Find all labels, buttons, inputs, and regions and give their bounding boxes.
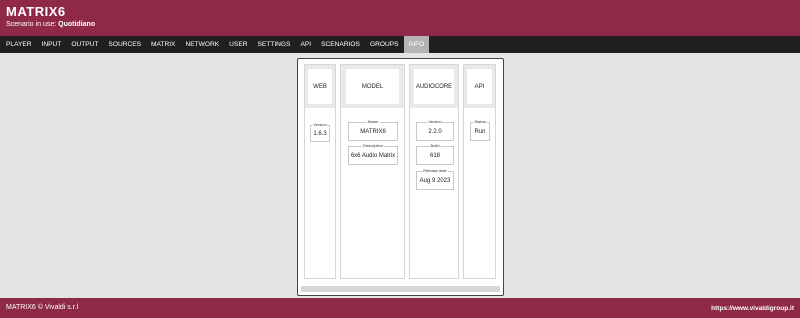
audiocore-version-field: Version 2.2.0 [416, 119, 454, 141]
web-version-label: Version [312, 122, 328, 127]
web-column-header: WEB [305, 65, 335, 108]
api-status-label: Status [473, 119, 487, 124]
model-description-label: Description [361, 143, 385, 148]
audiocore-version-label: Version [427, 119, 443, 124]
info-panel: WEB Version 1.6.3 MODEL Name MATRIX6 Des… [297, 58, 504, 296]
audiocore-column: AUDIOCORE Version 2.2.0 Build 618 Releas… [409, 64, 459, 279]
tab-settings[interactable]: SETTINGS [252, 36, 295, 53]
panel-scrollbar[interactable] [301, 286, 500, 292]
audiocore-release-value: Aug 9 2023 [419, 177, 451, 184]
model-column: MODEL Name MATRIX6 Description 6x6 Audio… [340, 64, 405, 279]
api-status-field: Status Run [470, 119, 490, 141]
tab-user[interactable]: USER [224, 36, 252, 53]
audiocore-build-value: 618 [429, 152, 440, 159]
model-name-value: MATRIX6 [360, 128, 386, 135]
audiocore-build-label: Build [429, 143, 441, 148]
model-column-header: MODEL [341, 65, 404, 108]
audiocore-column-header: AUDIOCORE [410, 65, 458, 108]
tab-player[interactable]: PLAYER [1, 36, 37, 53]
tab-info[interactable]: INFO [403, 36, 430, 53]
tab-input[interactable]: INPUT [37, 36, 67, 53]
model-name-field: Name MATRIX6 [348, 119, 398, 141]
footer-website-link[interactable]: https://www.vivaldigroup.it [711, 305, 794, 312]
api-column: API Status Run [463, 64, 496, 279]
audiocore-build-field: Build 618 [416, 143, 454, 165]
app-title: MATRIX6 [6, 4, 66, 19]
audiocore-version-value: 2.2.0 [428, 128, 442, 135]
tab-scenarios[interactable]: SCENARIOS [316, 36, 365, 53]
main-nav: PLAYER INPUT OUTPUT SOURCES MATRIX NETWO… [0, 36, 800, 53]
tab-network[interactable]: NETWORK [180, 36, 224, 53]
tab-api[interactable]: API [295, 36, 316, 53]
tab-matrix[interactable]: MATRIX [146, 36, 180, 53]
audiocore-release-field: Release date Aug 9 2023 [416, 168, 454, 190]
web-heading: WEB [308, 69, 332, 104]
web-column: WEB Version 1.6.3 [304, 64, 336, 279]
scenario-indicator: Scenario in use: Quotidiano [6, 21, 95, 28]
model-heading: MODEL [346, 69, 399, 104]
tab-output[interactable]: OUTPUT [66, 36, 103, 53]
model-description-value: 6x6 Audio Matrix [350, 152, 396, 159]
app-header: MATRIX6 Scenario in use: Quotidiano [0, 0, 800, 36]
api-status-value: Run [474, 128, 486, 135]
web-version-value: 1.6.3 [313, 130, 327, 137]
model-name-label: Name [366, 119, 380, 124]
tab-sources[interactable]: SOURCES [103, 36, 146, 53]
web-version-field: Version 1.6.3 [310, 122, 330, 142]
app-footer: MATRIX6 © Vivaldi s.r.l https://www.viva… [0, 298, 800, 318]
footer-copyright: MATRIX6 © Vivaldi s.r.l [6, 304, 79, 311]
api-column-header: API [464, 65, 495, 108]
tab-groups[interactable]: GROUPS [365, 36, 404, 53]
scenario-value: Quotidiano [58, 21, 96, 28]
model-description-field: Description 6x6 Audio Matrix [348, 143, 398, 165]
audiocore-release-label: Release date [422, 168, 448, 173]
api-heading: API [467, 69, 492, 104]
audiocore-heading: AUDIOCORE [414, 69, 454, 104]
scenario-label: Scenario in use: [6, 21, 57, 28]
